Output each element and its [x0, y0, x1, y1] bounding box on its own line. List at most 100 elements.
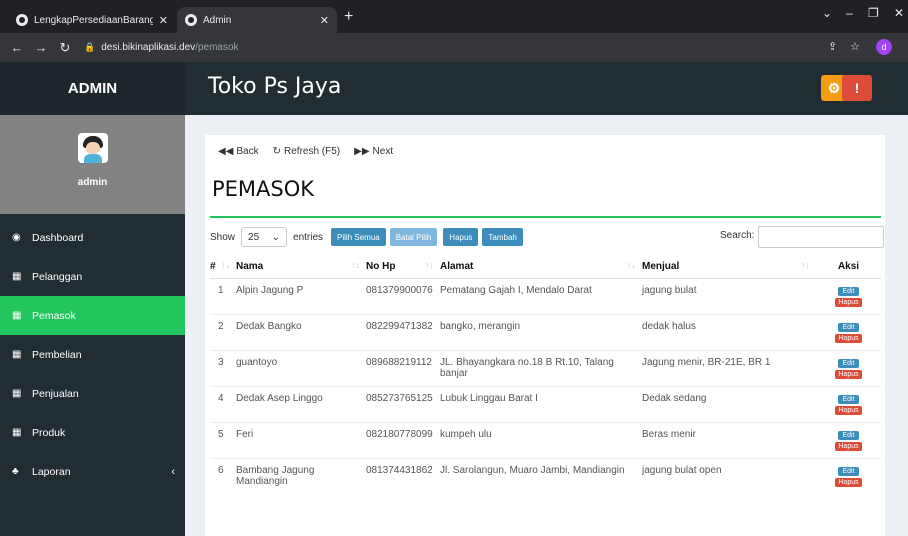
edit-button[interactable]: Edit: [838, 466, 859, 476]
sidebar-item-pelanggan[interactable]: ▦ Pelanggan: [0, 257, 185, 296]
col-no[interactable]: # ↑↓: [210, 256, 236, 279]
entries-select[interactable]: 25 ⌄: [241, 227, 288, 247]
tab-search-icon[interactable]: ⌄: [822, 6, 832, 20]
browser-tab-admin[interactable]: Admin ✕: [177, 7, 337, 33]
divider: [210, 216, 881, 218]
sidebar-item-label: Pemasok: [32, 309, 76, 322]
content-box: ◀◀ Back ↻ Refresh (F5) ▶▶ Next PEMASOK Show…: [205, 135, 885, 536]
sort-icon: ↑↓: [351, 260, 360, 270]
sidebar: admin ◉ Dashboard ▦ Pelanggan ▦ Pemasok …: [0, 115, 185, 536]
sidebar-item-penjualan[interactable]: ▦ Penjualan: [0, 374, 185, 413]
row-delete-button[interactable]: Hapus: [835, 333, 862, 343]
cell-hp: 082180778099: [366, 421, 440, 458]
sidebar-menu: ◉ Dashboard ▦ Pelanggan ▦ Pemasok ▦ Pemb…: [0, 218, 185, 491]
select-all-button[interactable]: Pilih Semua: [331, 228, 386, 246]
url-path: /pemasok: [195, 42, 239, 53]
delete-button[interactable]: Hapus: [443, 228, 479, 246]
row-delete-button[interactable]: Hapus: [835, 441, 862, 451]
backward-icon: ◀◀: [218, 146, 234, 157]
col-nohp[interactable]: No Hp ↑↓: [366, 256, 440, 279]
cell-alamat: bangko, merangin: [440, 313, 642, 350]
col-label: Nama: [236, 261, 264, 273]
back-label: Back: [236, 146, 259, 157]
url-field[interactable]: 🔒 desi.bikinaplikasi.dev /pemasok: [84, 37, 844, 58]
edit-button[interactable]: Edit: [838, 394, 859, 404]
cell-aksi: Edit Hapus: [816, 277, 881, 314]
search-input[interactable]: [758, 226, 884, 248]
cell-no: 3: [210, 349, 236, 386]
close-window-icon[interactable]: ✕: [894, 6, 904, 20]
col-label: Alamat: [440, 261, 474, 273]
close-tab-icon[interactable]: ✕: [320, 14, 329, 27]
edit-button[interactable]: Edit: [838, 322, 859, 332]
browser-tab-pdf[interactable]: LengkapPersediaanBarang (2).pd ✕: [8, 7, 176, 33]
browser-tabbar: LengkapPersediaanBarang (2).pd ✕ Admin ✕…: [0, 0, 908, 33]
sidebar-item-laporan[interactable]: ♣ Laporan ‹: [0, 452, 185, 491]
col-aksi: Aksi: [816, 256, 881, 279]
new-tab-icon[interactable]: +: [344, 8, 353, 26]
forward-icon: ▶▶: [354, 146, 370, 157]
cell-nama: Dedak Bangko: [236, 313, 366, 350]
col-alamat[interactable]: Alamat ↑↓: [440, 256, 642, 279]
reload-icon[interactable]: ↻: [58, 40, 72, 56]
sidebar-item-label: Produk: [32, 426, 66, 439]
next-button[interactable]: ▶▶ Next: [349, 142, 398, 161]
share-icon[interactable]: ⇪: [828, 40, 837, 53]
sidebar-item-pembelian[interactable]: ▦ Pembelian: [0, 335, 185, 374]
sidebar-item-dashboard[interactable]: ◉ Dashboard: [0, 218, 185, 257]
cell-no: 2: [210, 313, 236, 350]
sidebar-item-pemasok[interactable]: ▦ Pemasok: [0, 296, 185, 335]
col-label: #: [210, 261, 216, 273]
tab-label: LengkapPersediaanBarang (2).pd: [34, 14, 153, 26]
refresh-button[interactable]: ↻ Refresh (F5): [268, 142, 346, 161]
cell-nama: Bambang Jagung Mandiangin: [236, 457, 366, 494]
add-button[interactable]: Tambah: [482, 228, 523, 246]
table-row: 5 Feri 082180778099 kumpeh ulu Beras men…: [210, 421, 881, 458]
edit-button[interactable]: Edit: [838, 286, 859, 296]
row-delete-button[interactable]: Hapus: [835, 405, 862, 415]
back-arrow-icon[interactable]: ←: [10, 40, 24, 55]
edit-button[interactable]: Edit: [838, 358, 859, 368]
cell-alamat: Jl. Sarolangun, Muaro Jambi, Mandiangin: [440, 457, 642, 494]
app-logo[interactable]: ADMIN: [0, 62, 185, 115]
user-panel: admin: [0, 115, 185, 214]
table-row: 1 Alpin Jagung P 081379900076 Pematang G…: [210, 277, 881, 314]
sitemap-icon: ♣: [12, 466, 19, 477]
username: admin: [77, 177, 108, 188]
edit-button[interactable]: Edit: [838, 430, 859, 440]
minimize-icon[interactable]: –: [846, 6, 853, 20]
col-nama[interactable]: Nama ↑↓: [236, 256, 366, 279]
row-delete-button[interactable]: Hapus: [835, 477, 862, 487]
sidebar-item-produk[interactable]: ▦ Produk: [0, 413, 185, 452]
cell-alamat: kumpeh ulu: [440, 421, 642, 458]
cell-menjual: jagung bulat: [642, 277, 816, 314]
star-icon[interactable]: ☆: [850, 40, 860, 53]
maximize-icon[interactable]: ❐: [868, 6, 879, 20]
pemasok-table: # ↑↓ Nama ↑↓ No Hp ↑↓ Alamat ↑↓ Menjual ↑↓ Ak…: [210, 256, 881, 494]
sort-icon: ↑↓: [425, 260, 434, 270]
profile-avatar[interactable]: d: [876, 39, 892, 55]
sort-icon: ↑↓: [801, 260, 810, 270]
table-row: 6 Bambang Jagung Mandiangin 081374431862…: [210, 457, 881, 494]
close-tab-icon[interactable]: ✕: [159, 14, 168, 27]
cell-no: 4: [210, 385, 236, 422]
entries-value: 25: [248, 231, 260, 243]
col-menjual[interactable]: Menjual ↑↓: [642, 256, 816, 279]
search-label: Search:: [720, 230, 755, 241]
cell-hp: 082299471382: [366, 313, 440, 350]
cell-alamat: JL. Bhayangkara no.18 B Rt.10, Talang ba…: [440, 349, 642, 386]
cell-hp: 081374431862: [366, 457, 440, 494]
alert-button[interactable]: !: [842, 75, 872, 101]
table-icon: ▦: [12, 388, 22, 399]
cell-nama: Feri: [236, 421, 366, 458]
col-label: No Hp: [366, 261, 396, 273]
col-label: Menjual: [642, 261, 680, 273]
row-delete-button[interactable]: Hapus: [835, 369, 862, 379]
cell-alamat: Lubuk Linggau Barat I: [440, 385, 642, 422]
cell-nama: Dedak Asep Linggo: [236, 385, 366, 422]
row-delete-button[interactable]: Hapus: [835, 297, 862, 307]
forward-arrow-icon[interactable]: →: [34, 40, 48, 55]
cell-menjual: Dedak sedang: [642, 385, 816, 422]
deselect-button[interactable]: Batal Pilih: [389, 228, 438, 246]
back-button[interactable]: ◀◀ Back: [213, 142, 264, 161]
